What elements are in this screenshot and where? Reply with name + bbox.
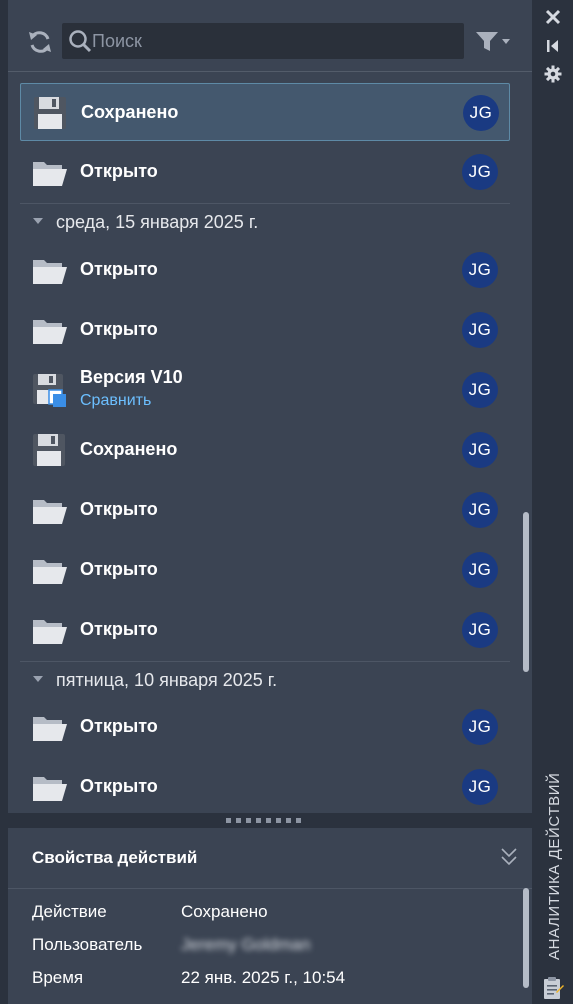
list-item[interactable]: Открыто JG [20,758,510,812]
filter-icon [476,32,498,51]
search-icon [69,30,92,53]
date-group-label: среда, 15 января 2025 г. [56,212,259,232]
avatar[interactable]: JG [462,312,498,348]
list-item[interactable]: Сохранено JG [20,421,510,479]
property-key: Время [32,968,84,987]
entry-label: Открыто [80,776,158,796]
list-item[interactable]: Открыто JG [20,541,510,599]
entry-label: Открыто [80,559,158,579]
properties-panel: Свойства действий Действие Сохранено Пол… [8,828,532,1004]
collapse-chevron-icon[interactable] [500,846,518,868]
version-disk-icon [31,372,67,408]
search-box[interactable] [62,23,464,59]
property-row: Пользователь Jeremy Goldman [32,931,512,961]
panel-vertical-title: АНАЛИТИКА ДЕЙСТВИЙ [546,772,563,960]
properties-clipboard-icon[interactable] [542,976,564,1000]
entry-label: Версия V10 [80,367,183,387]
expand-triangle-icon [33,218,43,224]
folder-icon [31,769,67,805]
entry-label: Открыто [80,319,158,339]
scrollbar-thumb[interactable] [523,888,529,988]
folder-icon [31,492,67,528]
folder-icon [31,154,67,190]
refresh-icon[interactable] [26,28,54,56]
date-group-header[interactable]: среда, 15 января 2025 г. [20,204,510,240]
property-value: Jeremy Goldman [181,935,311,954]
avatar[interactable]: JG [462,552,498,588]
entry-label: Открыто [80,161,158,181]
scrollbar-track[interactable] [523,72,529,812]
entry-label: Открыто [80,619,158,639]
avatar[interactable]: JG [462,432,498,468]
entry-label: Сохранено [81,102,179,122]
autohide-icon[interactable] [544,37,562,55]
folder-icon [31,612,67,648]
avatar[interactable]: JG [462,252,498,288]
list-item[interactable]: Открыто JG [20,698,510,756]
floppy-disk-icon [32,95,68,131]
close-icon[interactable] [544,8,562,26]
entry-label: Открыто [80,259,158,279]
filter-dropdown-button[interactable] [474,30,518,54]
property-value: Сохранено [181,902,268,921]
entry-label: Сохранено [80,439,178,459]
list-item[interactable]: Открыто JG [20,143,510,201]
chevron-down-icon [502,39,510,44]
entry-label: Открыто [80,716,158,736]
properties-scrollbar[interactable] [522,888,530,994]
folder-icon [31,552,67,588]
scrollbar-thumb[interactable] [523,512,529,672]
avatar[interactable]: JG [462,612,498,648]
list-item[interactable]: Открыто JG [20,301,510,359]
avatar[interactable]: JG [462,372,498,408]
search-input[interactable] [92,23,452,59]
list-item[interactable]: Версия V10 Сравнить JG [20,361,510,419]
expand-triangle-icon [33,676,43,682]
list-item[interactable]: Открыто JG [20,481,510,539]
compare-link[interactable]: Сравнить [80,392,151,410]
folder-icon [31,312,67,348]
date-group-header[interactable]: пятница, 10 января 2025 г. [20,662,510,698]
property-key: Пользователь [32,935,143,954]
toolbar [8,8,532,68]
date-group-label: пятница, 10 января 2025 г. [56,670,278,690]
panel-splitter[interactable] [8,813,532,828]
property-row: Время 22 янв. 2025 г., 10:54 [32,964,512,994]
property-key: Действие [32,902,107,921]
list-item[interactable]: Открыто JG [20,601,510,659]
grip-dots-icon [226,818,301,823]
gear-icon[interactable] [544,65,562,83]
properties-divider [8,888,532,889]
property-row: Действие Сохранено [32,898,512,928]
avatar[interactable]: JG [462,769,498,805]
floppy-disk-icon [31,432,67,468]
folder-icon [31,709,67,745]
entry-label: Открыто [80,499,158,519]
avatar[interactable]: JG [463,95,499,131]
properties-title: Свойства действий [32,848,198,867]
avatar[interactable]: JG [462,492,498,528]
avatar[interactable]: JG [462,709,498,745]
list-scrollbar[interactable] [522,72,530,812]
activity-list: Сохранено JG Открыто JG среда, 15 января… [8,72,520,812]
list-item[interactable]: Сохранено JG [20,83,510,141]
list-item[interactable]: Открыто JG [20,241,510,299]
folder-icon [31,252,67,288]
property-value: 22 янв. 2025 г., 10:54 [181,968,346,987]
avatar[interactable]: JG [462,154,498,190]
